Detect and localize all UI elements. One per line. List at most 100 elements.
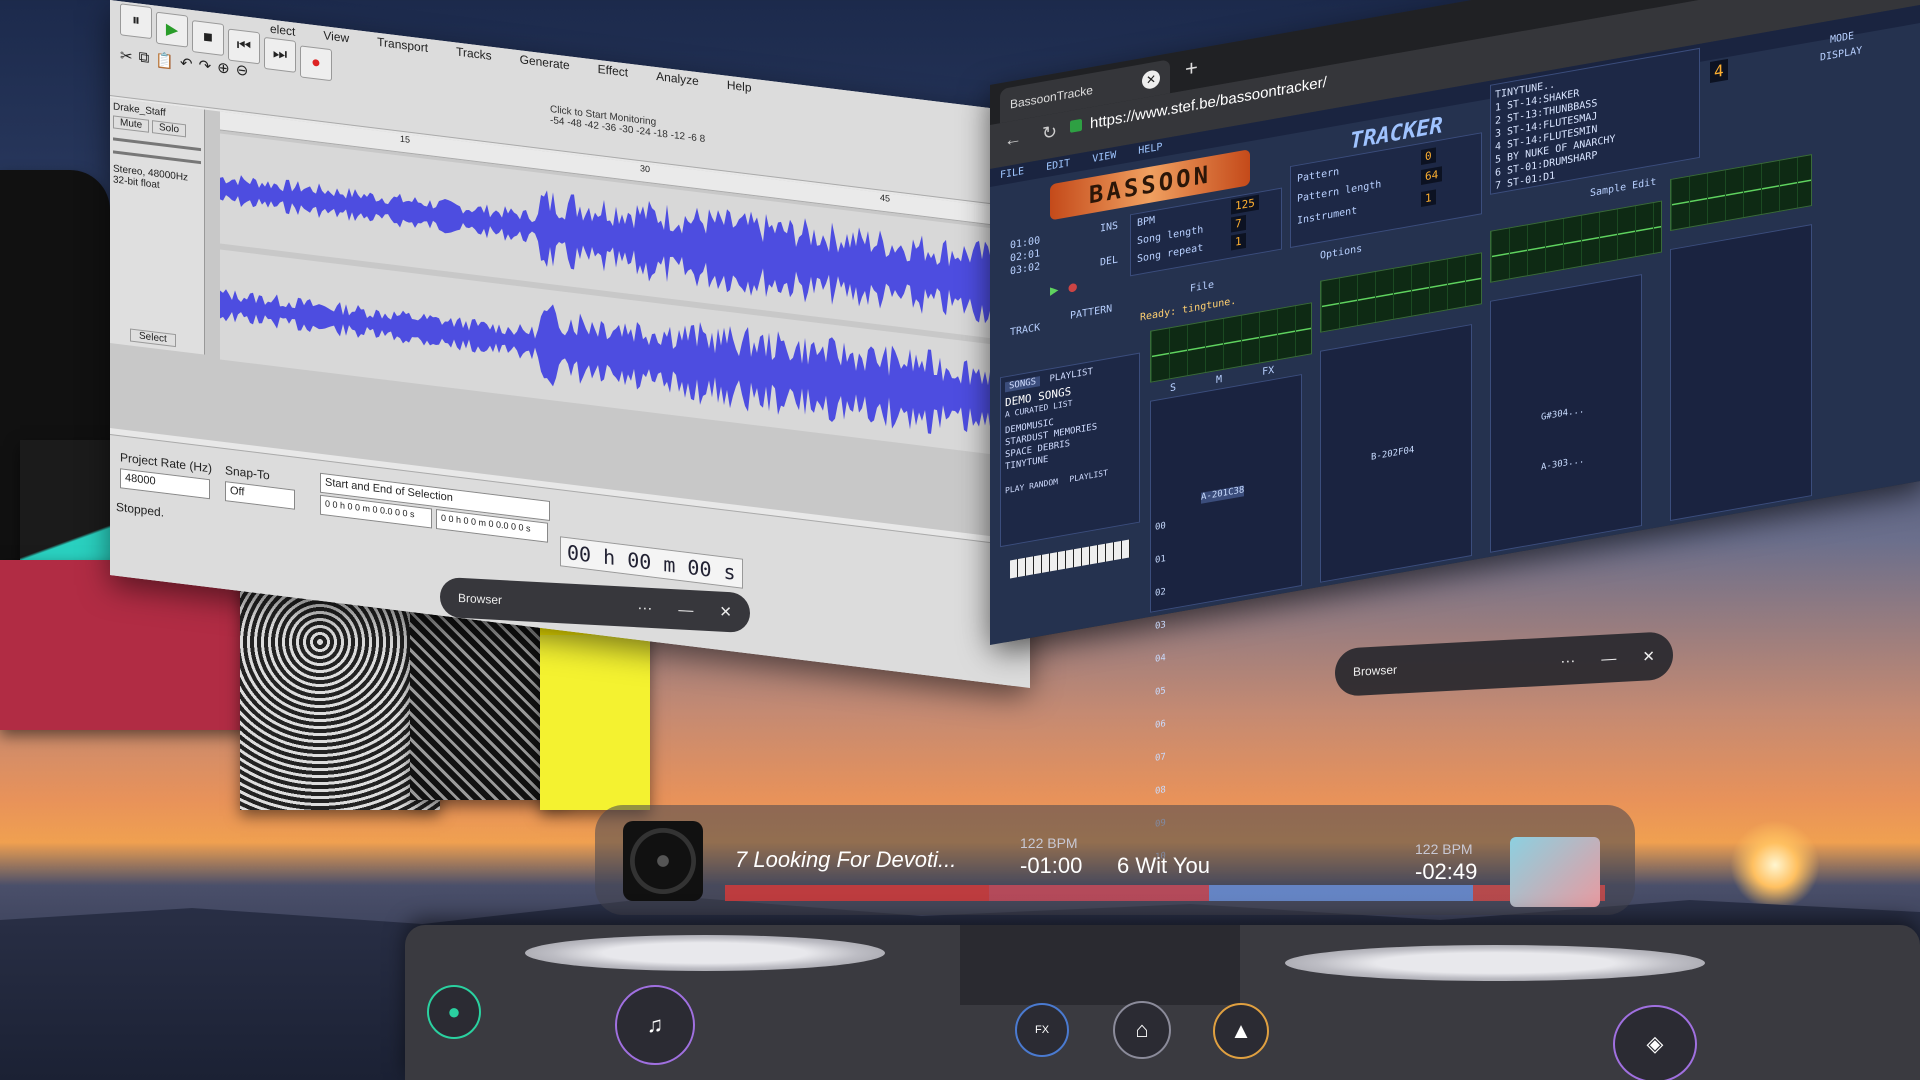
record-button[interactable]: ● [300,45,332,82]
pattern-channel-1[interactable]: 00 01 02 03 04 05 06 07 08 09 10 A-201C3… [1150,373,1302,863]
menu-item[interactable]: Effect [598,62,628,80]
pause-button[interactable]: ⏸ [120,3,152,40]
reload-icon[interactable]: ↻ [1042,121,1057,145]
home-icon[interactable]: ⌂ [1113,1001,1171,1059]
tracker-menu-item[interactable]: FILE [1000,163,1024,185]
close-icon[interactable]: ✕ [1142,69,1160,91]
solo-toggle[interactable]: S [1170,382,1176,394]
pattern-length-value[interactable]: 64 [1421,166,1443,186]
meter-tick: -6 [687,131,697,145]
row-number: 01 [1155,553,1166,566]
waveform-overview[interactable] [725,885,1605,901]
green-cue-icon[interactable]: ● [427,985,481,1039]
pattern-channel-2[interactable]: B-202F04 [1320,324,1472,583]
new-tab-icon[interactable]: + [1185,54,1198,82]
zoom-out-icon[interactable]: ⊖ [236,60,249,80]
play-button[interactable]: ▶ [156,11,188,48]
row-number: 02 [1155,586,1166,599]
bpm-value[interactable]: 125 [1231,194,1259,215]
pattern-note[interactable]: A-201C38 [1201,485,1245,504]
pattern-label: Pattern [1297,166,1340,185]
cut-icon[interactable]: ✂ [120,46,133,66]
track-control-panel[interactable]: Drake_Staff Mute Solo Stereo, 48000Hz 32… [110,98,205,355]
file-button[interactable]: File [1190,279,1214,294]
menu-item[interactable]: Generate [520,52,570,72]
tracker-menu-item[interactable]: EDIT [1046,155,1070,177]
instrument-value[interactable]: 1 [1421,189,1436,208]
stop-button[interactable]: ■ [192,20,224,56]
solo-button[interactable]: Solo [152,120,187,138]
pattern-panel: Pattern 0 Pattern length 64 Instrument 1 [1290,132,1482,249]
mute-button[interactable]: Mute [113,115,150,133]
meter-tick: 8 [699,133,706,146]
turntable-right[interactable] [1285,945,1705,981]
piano-keys[interactable] [1010,539,1130,579]
fx-button[interactable]: FX [1015,1003,1069,1057]
minimize-icon[interactable]: — [678,601,693,619]
browser-bar-right[interactable]: Browser ··· — ✕ [1335,631,1673,697]
copy-icon[interactable]: ⧉ [139,49,150,68]
menu-item[interactable]: View [323,28,349,45]
pattern-channel-4[interactable] [1670,224,1812,522]
play-random-button[interactable]: PLAY RANDOM [1005,477,1058,495]
display-value[interactable]: 4 [1710,58,1728,84]
snap-to-select[interactable]: Off [225,481,295,510]
close-icon[interactable]: ✕ [1642,647,1655,666]
playlist-button[interactable]: PLAYLIST [1069,468,1108,484]
menu-item[interactable]: Transport [377,35,428,55]
turntable-left[interactable] [525,935,885,971]
level-meter[interactable]: Click to Start Monitoring -54 -48 -42 -3… [550,104,705,145]
browser-window[interactable]: BassoonTracke ✕ + ← ↻ https://www.stef.b… [990,0,1920,863]
close-icon[interactable]: ✕ [719,603,732,622]
menu-item[interactable]: Help [727,78,752,95]
pattern-value[interactable]: 0 [1421,147,1436,166]
row-number: 08 [1155,784,1166,797]
pan-slider[interactable] [113,150,201,165]
tracker-menu-item[interactable]: HELP [1138,139,1162,161]
song-repeat-value[interactable]: 1 [1231,232,1246,251]
time-display[interactable]: 00 h 00 m 00 s [560,536,743,589]
mute-toggle[interactable]: M [1216,374,1222,386]
song-length-value[interactable]: 7 [1231,214,1246,233]
more-icon[interactable]: ··· [637,599,652,617]
gain-slider[interactable] [113,137,201,152]
meter-tick: -24 [636,125,651,139]
song-list-panel[interactable]: SONGS PLAYLIST DEMO SONGS A CURATED LIST… [1000,352,1140,548]
music-note-icon[interactable]: ♫ [615,985,695,1065]
minimize-icon[interactable]: — [1601,650,1616,668]
del-button[interactable]: DEL [1100,254,1118,268]
mixer[interactable] [960,925,1240,1005]
tracker-menu-item[interactable]: VIEW [1092,147,1116,169]
menu-item[interactable]: elect [270,22,295,39]
pattern-note[interactable]: B-202F04 [1371,445,1414,464]
fx-toggle[interactable]: FX [1262,365,1274,378]
menu-item[interactable]: Analyze [656,69,699,88]
pattern-note[interactable]: A-303... [1541,455,1584,474]
back-icon[interactable]: ← [1004,127,1022,151]
browser-bar-label: Browser [458,590,503,608]
pattern-channel-3[interactable]: G#304... A-303... [1490,274,1642,553]
menu-item[interactable]: Tracks [456,44,492,62]
skip-end-button[interactable]: ⏭ [264,36,296,73]
row-number: 06 [1155,718,1166,731]
more-icon[interactable]: ··· [1560,652,1575,670]
deck-a-cover[interactable] [623,821,703,901]
undo-icon[interactable]: ↶ [180,54,193,74]
display-label[interactable]: DISPLAY [1820,45,1862,63]
paste-icon[interactable]: 📋 [155,51,174,71]
options-button[interactable]: Options [1320,243,1362,261]
mountain-icon[interactable]: ▲ [1213,1003,1269,1059]
record-icon[interactable]: ● [1068,279,1076,296]
deck-b-cover[interactable] [1510,837,1600,907]
track-format: Stereo, 48000Hz 32-bit float [113,163,189,192]
select-button[interactable]: Select [130,328,176,348]
sample-edit-button[interactable]: Sample Edit [1590,177,1656,200]
skip-start-button[interactable]: ⏮ [228,28,260,65]
deck-b-settings-icon[interactable]: ◈ [1613,1005,1697,1080]
play-icon[interactable]: ▶ [1050,282,1058,299]
zoom-in-icon[interactable]: ⊕ [217,58,230,78]
redo-icon[interactable]: ↷ [199,56,212,76]
pattern-note[interactable]: G#304... [1541,405,1584,424]
meter-tick: -54 [550,115,565,128]
ins-button[interactable]: INS [1100,220,1118,234]
